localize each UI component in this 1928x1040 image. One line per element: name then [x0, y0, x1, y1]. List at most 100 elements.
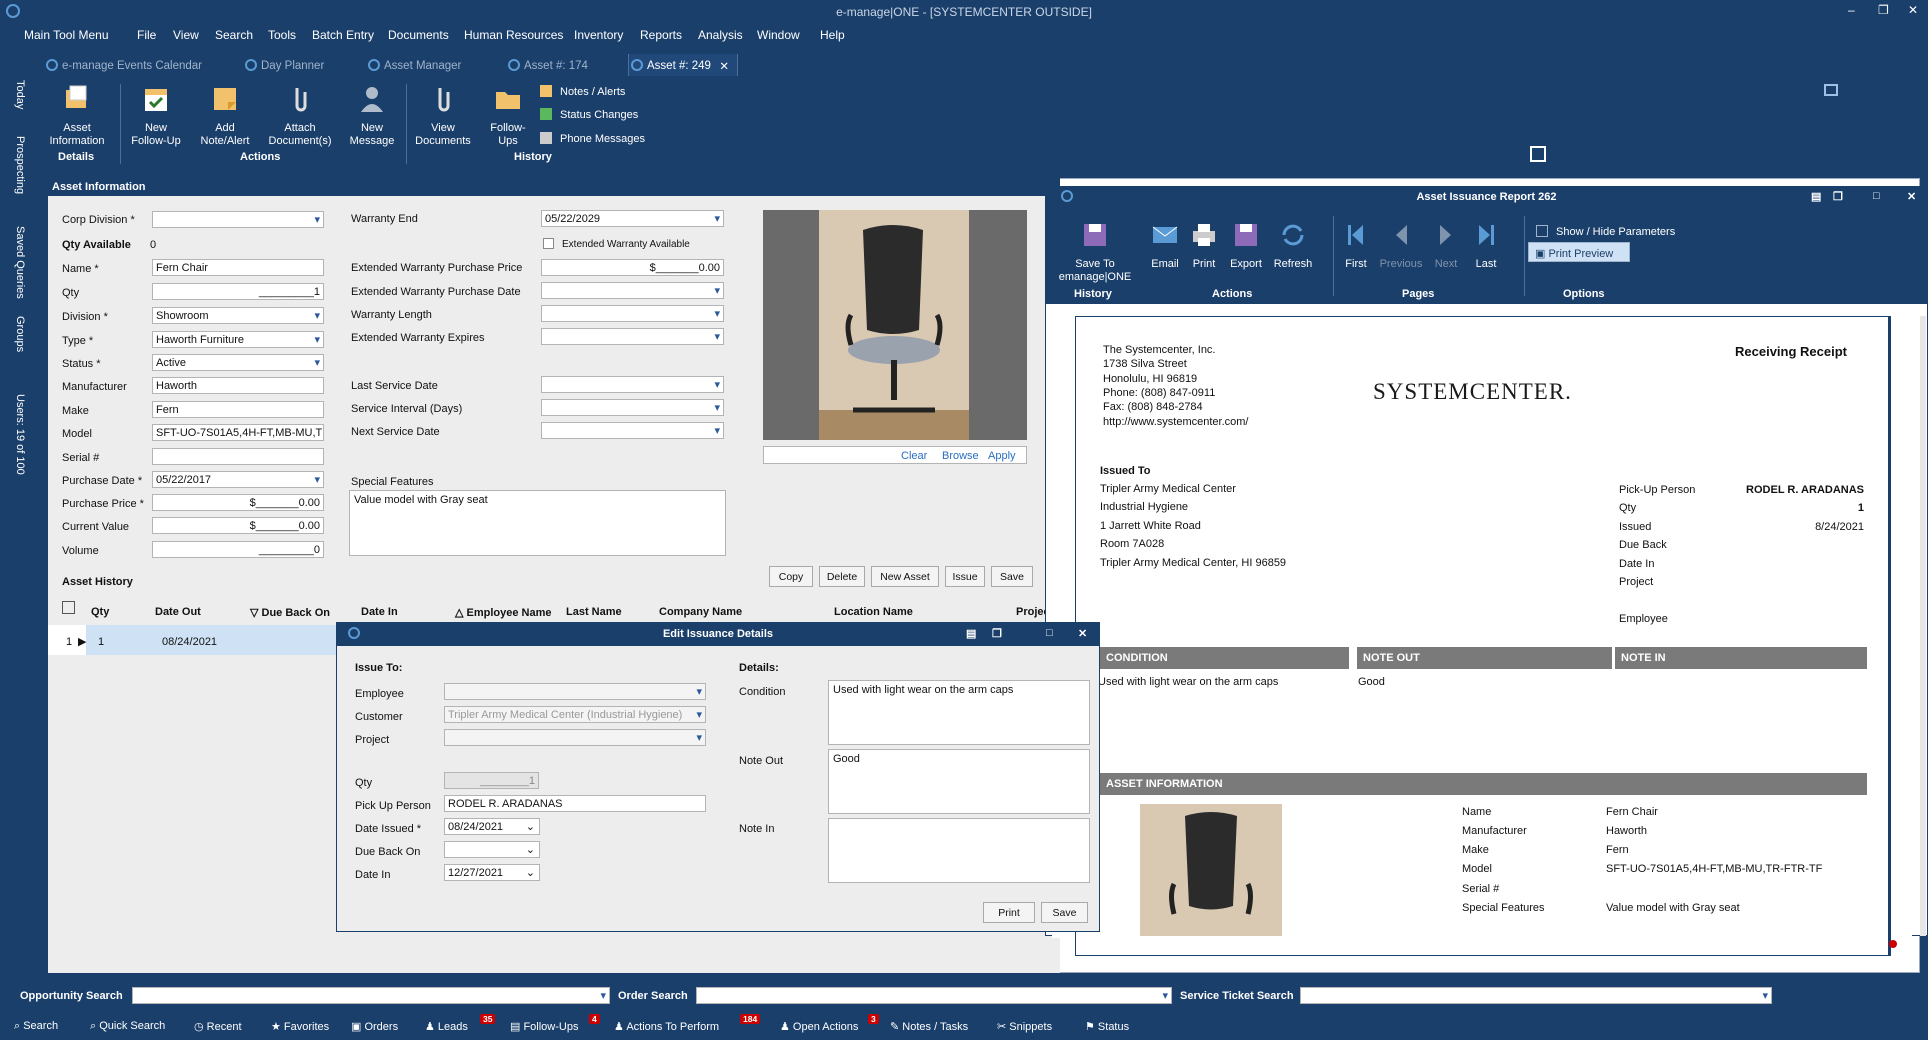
- layout-toggle-icon[interactable]: [1824, 84, 1838, 96]
- phone-messages-link[interactable]: Phone Messages: [540, 132, 645, 145]
- delete-button[interactable]: Delete: [819, 566, 865, 587]
- report-scrollbar[interactable]: [1920, 316, 1926, 936]
- next-page-button[interactable]: Next: [1426, 220, 1466, 271]
- condition-field[interactable]: Used with light wear on the arm caps: [828, 680, 1090, 745]
- menu-file[interactable]: File: [137, 28, 156, 42]
- col-date-in[interactable]: Date In: [361, 606, 398, 618]
- manufacturer-field[interactable]: Haworth: [152, 377, 324, 394]
- status-status[interactable]: ⚑ Status: [1085, 1020, 1129, 1033]
- status-quick-search[interactable]: ⌕ Quick Search: [90, 1020, 165, 1033]
- chevron-down-icon[interactable]: ⌄: [526, 843, 535, 856]
- show-hide-parameters-link[interactable]: Show / Hide Parameters: [1536, 225, 1675, 238]
- type-select[interactable]: Haworth Furniture: [152, 331, 324, 348]
- corp-division-select[interactable]: [152, 211, 324, 228]
- col-qty[interactable]: Qty: [91, 606, 109, 618]
- menu-documents[interactable]: Documents: [388, 28, 449, 42]
- col-employee-name[interactable]: △ Employee Name: [455, 606, 552, 619]
- customer-select[interactable]: Tripler Army Medical Center (Industrial …: [444, 706, 706, 723]
- status-follow-ups[interactable]: ▤ Follow-Ups: [510, 1020, 578, 1033]
- make-field[interactable]: Fern: [152, 401, 324, 418]
- new-followup-button[interactable]: New Follow-Up: [124, 84, 188, 148]
- col-company-name[interactable]: Company Name: [659, 606, 742, 618]
- status-orders[interactable]: ▣ Orders: [351, 1020, 398, 1033]
- sidebar-users[interactable]: Users: 19 of 100: [14, 394, 26, 475]
- chevron-down-icon[interactable]: ⌄: [526, 866, 535, 879]
- menu-batch-entry[interactable]: Batch Entry: [312, 28, 374, 42]
- refresh-button[interactable]: Refresh: [1268, 220, 1318, 271]
- clear-image-link[interactable]: Clear: [901, 450, 927, 462]
- dialog-print-button[interactable]: Print: [983, 902, 1035, 923]
- browse-image-link[interactable]: Browse: [942, 450, 979, 462]
- extended-warranty-checkbox[interactable]: [543, 238, 554, 249]
- purchase-price-field[interactable]: $_______0.00: [152, 494, 324, 511]
- previous-page-button[interactable]: Previous: [1376, 220, 1426, 271]
- model-field[interactable]: SFT-UO-7S01A5,4H-FT,MB-MU,TR: [152, 424, 324, 441]
- tab-asset-174[interactable]: Asset #: 174: [506, 54, 588, 76]
- report-layout-icon[interactable]: ▤: [1811, 190, 1821, 203]
- status-changes-link[interactable]: Status Changes: [540, 108, 638, 121]
- warranty-length-field[interactable]: [541, 305, 724, 322]
- menu-window[interactable]: Window: [757, 28, 800, 42]
- save-button[interactable]: Save: [991, 566, 1033, 587]
- view-documents-button[interactable]: View Documents: [410, 84, 476, 148]
- filter-icon[interactable]: ▽: [250, 607, 262, 619]
- add-note-alert-button[interactable]: Add Note/Alert: [192, 84, 258, 148]
- sidebar-prospecting[interactable]: Prospecting: [14, 136, 26, 194]
- menu-reports[interactable]: Reports: [640, 28, 682, 42]
- restore-button[interactable]: ❐: [1878, 3, 1889, 17]
- new-asset-button[interactable]: New Asset: [871, 566, 939, 587]
- qty-field[interactable]: _________1: [152, 283, 324, 300]
- status-recent[interactable]: ◷ Recent: [194, 1020, 242, 1033]
- status-open-actions[interactable]: ♟ Open Actions: [780, 1020, 858, 1033]
- name-field[interactable]: Fern Chair: [152, 259, 324, 276]
- close-button[interactable]: ✕: [1908, 3, 1918, 17]
- notes-alerts-link[interactable]: Notes / Alerts: [540, 85, 625, 98]
- opportunity-search-input[interactable]: [132, 987, 610, 1004]
- email-button[interactable]: Email: [1145, 220, 1185, 271]
- dialog-close-icon[interactable]: ✕: [1078, 627, 1087, 640]
- status-favorites[interactable]: ★ Favorites: [271, 1020, 329, 1033]
- sidebar-saved-queries[interactable]: Saved Queries: [14, 226, 26, 299]
- menu-tools[interactable]: Tools: [268, 28, 296, 42]
- col-due-back-on[interactable]: ▽ Due Back On: [250, 606, 330, 619]
- sidebar-groups[interactable]: Groups: [14, 316, 26, 352]
- minimize-button[interactable]: –: [1848, 3, 1855, 17]
- print-report-button[interactable]: Print: [1185, 220, 1223, 271]
- dialog-maximize-icon[interactable]: □: [1046, 627, 1053, 639]
- menu-analysis[interactable]: Analysis: [698, 28, 743, 42]
- tab-asset-manager[interactable]: Asset Manager: [366, 54, 461, 76]
- apply-image-link[interactable]: Apply: [988, 450, 1016, 462]
- order-search-input[interactable]: [696, 987, 1172, 1004]
- followups-history-button[interactable]: Follow- Ups: [478, 84, 538, 148]
- col-date-out[interactable]: Date Out: [155, 606, 201, 618]
- new-message-button[interactable]: New Message: [340, 84, 404, 148]
- report-float-icon[interactable]: ❐: [1833, 190, 1843, 203]
- purchase-date-field[interactable]: 05/22/2017: [152, 471, 324, 488]
- attach-documents-button[interactable]: Attach Document(s): [262, 84, 338, 148]
- last-service-field[interactable]: [541, 376, 724, 393]
- service-interval-field[interactable]: [541, 399, 724, 416]
- status-leads[interactable]: ♟ Leads: [425, 1020, 468, 1033]
- report-maximize-icon[interactable]: □: [1873, 190, 1880, 202]
- col-last-name[interactable]: Last Name: [566, 606, 622, 618]
- status-search[interactable]: ⌕ Search: [14, 1020, 58, 1033]
- menu-help[interactable]: Help: [820, 28, 845, 42]
- next-service-field[interactable]: [541, 422, 724, 439]
- pickup-person-field[interactable]: RODEL R. ARADANAS: [444, 795, 706, 812]
- due-back-field[interactable]: ⌄: [444, 841, 540, 858]
- menu-view[interactable]: View: [173, 28, 199, 42]
- dialog-layout-icon[interactable]: ▤: [966, 627, 976, 640]
- serial-field[interactable]: [152, 448, 324, 465]
- note-in-field[interactable]: [828, 818, 1090, 883]
- status-snippets[interactable]: ✂ Snippets: [997, 1020, 1052, 1033]
- ext-warranty-price-field[interactable]: $_______0.00: [541, 259, 724, 276]
- current-value-field[interactable]: $_______0.00: [152, 517, 324, 534]
- ext-warranty-expires-field[interactable]: [541, 328, 724, 345]
- dialog-float-icon[interactable]: ❐: [992, 627, 1002, 640]
- menu-main-tool[interactable]: Main Tool Menu: [24, 28, 109, 42]
- menu-inventory[interactable]: Inventory: [574, 28, 623, 42]
- status-select[interactable]: Active: [152, 354, 324, 371]
- date-in-field[interactable]: 12/27/2021 ⌄: [444, 864, 540, 881]
- status-actions-to-perform[interactable]: ♟ Actions To Perform: [614, 1020, 719, 1033]
- copy-button[interactable]: Copy: [769, 566, 813, 587]
